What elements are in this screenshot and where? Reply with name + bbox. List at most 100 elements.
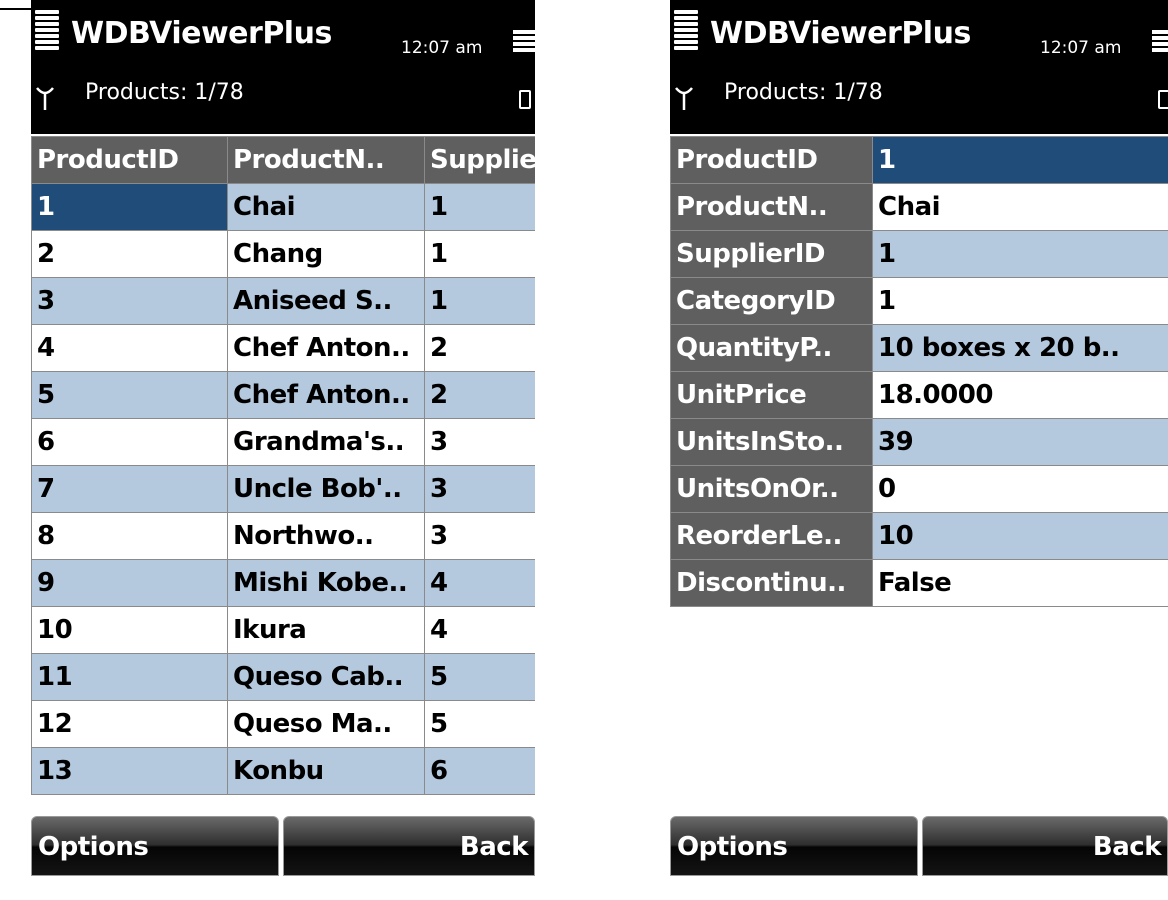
field-label: SupplierID — [670, 230, 873, 278]
menu-icon[interactable] — [674, 10, 698, 52]
table-cell[interactable]: 3 — [424, 418, 535, 466]
back-softkey[interactable]: Back — [283, 816, 535, 876]
table-cell[interactable]: 2 — [424, 371, 535, 419]
table-row[interactable]: 13 Konbu 6 — [31, 747, 535, 795]
table-cell[interactable]: 10 — [31, 606, 228, 654]
table-cell[interactable]: 5 — [424, 700, 535, 748]
table-cell[interactable]: Chang — [227, 230, 425, 278]
field-value[interactable]: 1 — [872, 230, 1168, 278]
column-header[interactable]: ProductID — [31, 136, 228, 184]
table-cell[interactable]: 5 — [31, 371, 228, 419]
field-value[interactable]: 1 — [872, 136, 1168, 184]
field-value[interactable]: 0 — [872, 465, 1168, 513]
table-cell[interactable]: 2 — [31, 230, 228, 278]
battery-icon — [1152, 30, 1168, 60]
app-title: WDBViewerPlus — [71, 16, 332, 51]
detail-row[interactable]: UnitsInSto.. 39 — [670, 418, 1168, 466]
detail-row[interactable]: UnitPrice 18.0000 — [670, 371, 1168, 419]
table-cell[interactable]: Mishi Kobe.. — [227, 559, 425, 607]
field-label: ProductN.. — [670, 183, 873, 231]
signal-icon — [675, 87, 693, 110]
table-row[interactable]: 2 Chang 1 — [31, 230, 535, 278]
table-row[interactable]: 1 Chai 1 — [31, 183, 535, 231]
back-softkey[interactable]: Back — [922, 816, 1168, 876]
table-cell[interactable]: 13 — [31, 747, 228, 795]
table-header-row: ProductID ProductN.. Supplie — [31, 136, 535, 184]
field-value[interactable]: 18.0000 — [872, 371, 1168, 419]
table-row[interactable]: 8 Northwo.. 3 — [31, 512, 535, 560]
table-cell[interactable]: 8 — [31, 512, 228, 560]
clock: 12:07 am — [401, 38, 483, 58]
detail-row[interactable]: ProductN.. Chai — [670, 183, 1168, 231]
table-cell[interactable]: Grandma's.. — [227, 418, 425, 466]
table-cell[interactable]: 4 — [31, 324, 228, 372]
field-label: ReorderLe.. — [670, 512, 873, 560]
field-value[interactable]: 10 boxes x 20 b.. — [872, 324, 1168, 372]
detail-row[interactable]: ReorderLe.. 10 — [670, 512, 1168, 560]
field-value[interactable]: False — [872, 559, 1168, 607]
indicator-icon — [1158, 90, 1168, 109]
table-cell[interactable]: 1 — [31, 183, 228, 231]
table-cell[interactable]: Uncle Bob'.. — [227, 465, 425, 513]
table-cell[interactable]: 11 — [31, 653, 228, 701]
detail-row[interactable]: ProductID 1 — [670, 136, 1168, 184]
table-cell[interactable]: 5 — [424, 653, 535, 701]
field-label: UnitsInSto.. — [670, 418, 873, 466]
options-softkey[interactable]: Options — [670, 816, 918, 876]
table-cell[interactable]: Chai — [227, 183, 425, 231]
table-row[interactable]: 7 Uncle Bob'.. 3 — [31, 465, 535, 513]
table-cell[interactable]: 3 — [31, 277, 228, 325]
column-header[interactable]: ProductN.. — [227, 136, 425, 184]
table-cell[interactable]: Queso Ma.. — [227, 700, 425, 748]
table-cell[interactable]: Chef Anton.. — [227, 324, 425, 372]
column-header[interactable]: Supplie — [424, 136, 535, 184]
table-cell[interactable]: 12 — [31, 700, 228, 748]
detail-row[interactable]: Discontinu.. False — [670, 559, 1168, 607]
table-cell[interactable]: 2 — [424, 324, 535, 372]
signal-icon — [36, 87, 54, 110]
table-cell[interactable]: 1 — [424, 277, 535, 325]
table-row[interactable]: 11 Queso Cab.. 5 — [31, 653, 535, 701]
table-cell[interactable]: Northwo.. — [227, 512, 425, 560]
table-cell[interactable]: 4 — [424, 606, 535, 654]
table-cell[interactable]: 6 — [424, 747, 535, 795]
table-row[interactable]: 4 Chef Anton.. 2 — [31, 324, 535, 372]
options-softkey[interactable]: Options — [31, 816, 279, 876]
field-value[interactable]: 10 — [872, 512, 1168, 560]
field-label: UnitPrice — [670, 371, 873, 419]
detail-row[interactable]: SupplierID 1 — [670, 230, 1168, 278]
detail-row[interactable]: CategoryID 1 — [670, 277, 1168, 325]
table-cell[interactable]: 6 — [31, 418, 228, 466]
table-cell[interactable]: 9 — [31, 559, 228, 607]
field-value[interactable]: 39 — [872, 418, 1168, 466]
table-cell[interactable]: Konbu — [227, 747, 425, 795]
field-label: Discontinu.. — [670, 559, 873, 607]
table-cell[interactable]: 7 — [31, 465, 228, 513]
table-row[interactable]: 3 Aniseed S.. 1 — [31, 277, 535, 325]
table-row[interactable]: 5 Chef Anton.. 2 — [31, 371, 535, 419]
table-row[interactable]: 12 Queso Ma.. 5 — [31, 700, 535, 748]
status-bar: WDBViewerPlus 12:07 am Products: 1/78 — [31, 0, 535, 134]
table-cell[interactable]: 3 — [424, 512, 535, 560]
table-cell[interactable]: Queso Cab.. — [227, 653, 425, 701]
table-cell[interactable]: 1 — [424, 230, 535, 278]
table-row[interactable]: 9 Mishi Kobe.. 4 — [31, 559, 535, 607]
field-value[interactable]: 1 — [872, 277, 1168, 325]
menu-icon[interactable] — [35, 10, 59, 52]
table-cell[interactable]: 3 — [424, 465, 535, 513]
detail-row[interactable]: QuantityP.. 10 boxes x 20 b.. — [670, 324, 1168, 372]
field-label: QuantityP.. — [670, 324, 873, 372]
field-label: UnitsOnOr.. — [670, 465, 873, 513]
table-row[interactable]: 10 Ikura 4 — [31, 606, 535, 654]
field-value[interactable]: Chai — [872, 183, 1168, 231]
table-cell[interactable]: Ikura — [227, 606, 425, 654]
top-divider-line — [0, 8, 34, 10]
table-cell[interactable]: Chef Anton.. — [227, 371, 425, 419]
app-title: WDBViewerPlus — [710, 16, 971, 51]
table-row[interactable]: 6 Grandma's.. 3 — [31, 418, 535, 466]
record-detail-table: ProductID 1 ProductN.. Chai SupplierID 1… — [670, 136, 1168, 607]
table-cell[interactable]: Aniseed S.. — [227, 277, 425, 325]
table-cell[interactable]: 1 — [424, 183, 535, 231]
detail-row[interactable]: UnitsOnOr.. 0 — [670, 465, 1168, 513]
table-cell[interactable]: 4 — [424, 559, 535, 607]
